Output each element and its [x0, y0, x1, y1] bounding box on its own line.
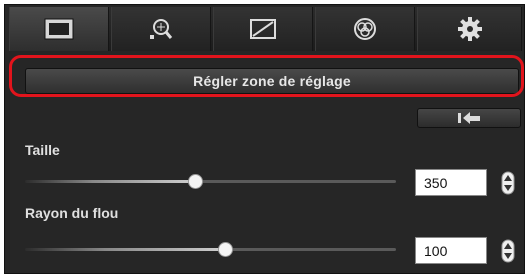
size-slider-track-right[interactable]	[201, 180, 396, 183]
adjustment-panel: Régler zone de réglage Taille 350 Rayon …	[4, 4, 525, 274]
blur-slider-track-right[interactable]	[231, 248, 396, 251]
tone-curve-icon	[250, 19, 276, 39]
size-value-input[interactable]: 350	[415, 169, 487, 196]
size-label: Taille	[25, 142, 60, 158]
adjust-area-button[interactable]: Régler zone de réglage	[25, 68, 519, 94]
blur-radius-label: Rayon du flou	[25, 205, 119, 221]
tab-settings[interactable]	[417, 7, 522, 51]
blur-slider-thumb[interactable]	[218, 242, 233, 257]
size-stepper[interactable]	[499, 169, 517, 196]
size-slider-track-left[interactable]	[25, 180, 195, 183]
undo-reset-icon	[458, 112, 480, 124]
tab-sharpness[interactable]	[111, 7, 211, 51]
blur-stepper[interactable]	[499, 237, 517, 264]
tab-bar	[9, 7, 522, 51]
size-slider-thumb[interactable]	[188, 174, 203, 189]
blur-slider-track-left[interactable]	[25, 248, 225, 251]
blur-value-input[interactable]: 100	[415, 237, 487, 264]
reset-button[interactable]	[417, 108, 521, 128]
stepper-arrows-icon	[501, 239, 515, 262]
tab-basic-image[interactable]	[9, 7, 109, 51]
color-circles-icon	[354, 18, 376, 40]
image-frame-icon	[44, 18, 74, 40]
tab-color[interactable]	[315, 7, 415, 51]
tab-tone-curve[interactable]	[213, 7, 313, 51]
gear-icon	[457, 17, 482, 41]
magnifier-grid-icon	[150, 19, 173, 39]
stepper-arrows-icon	[501, 171, 515, 194]
